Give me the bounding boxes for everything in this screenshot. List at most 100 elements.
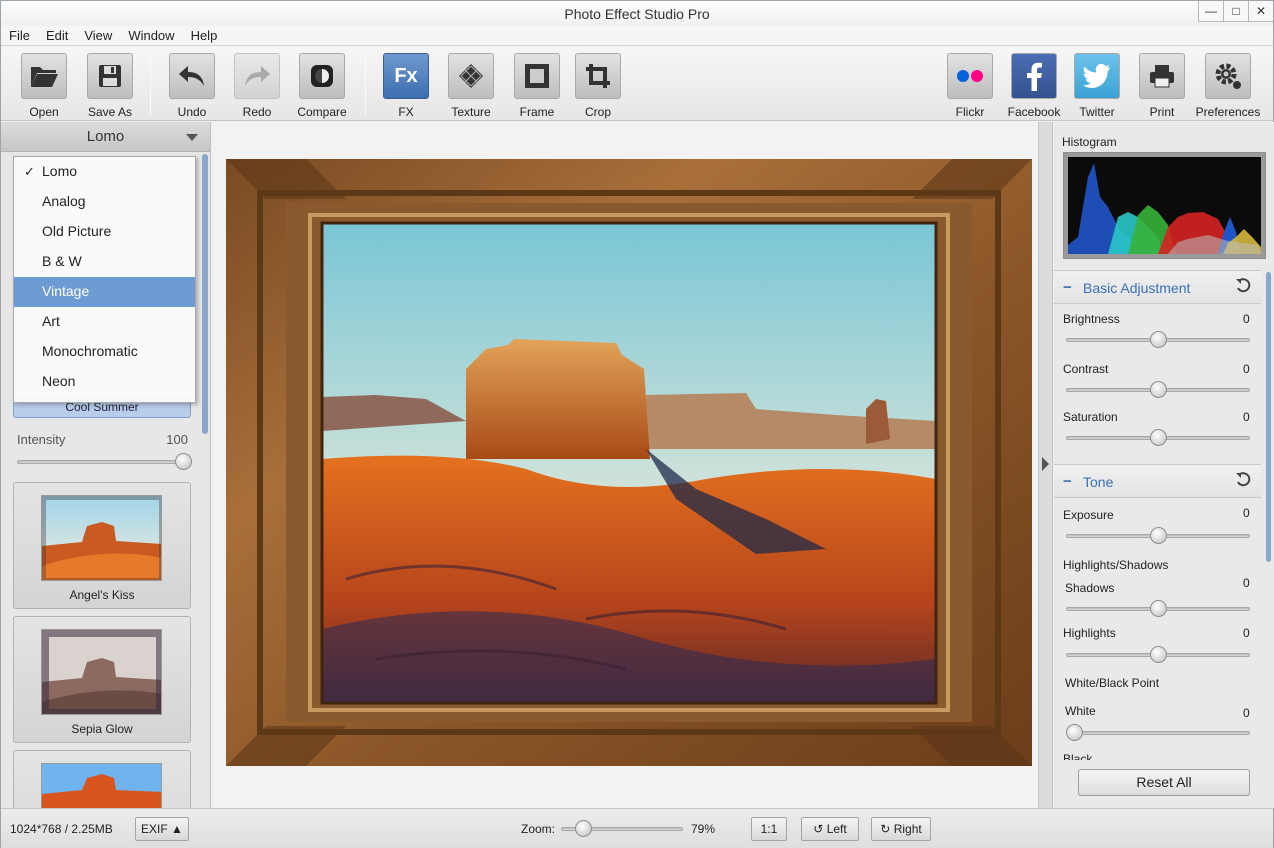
open-button[interactable]: Open: [11, 53, 77, 119]
rotate-left-button[interactable]: ↺ Left: [801, 817, 859, 841]
slider-knob[interactable]: [574, 820, 592, 837]
dropdown-item-art[interactable]: Art: [14, 307, 195, 337]
highlights-label: Highlights: [1063, 626, 1116, 640]
frame-icon: [514, 53, 560, 99]
open-label: Open: [29, 105, 59, 119]
dropdown-item-bw[interactable]: B & W: [14, 247, 195, 277]
saturation-value: 0: [1243, 410, 1250, 424]
menu-window[interactable]: Window: [128, 28, 174, 43]
adjustments-scrollbar[interactable]: [1266, 272, 1271, 562]
rotate-right-button[interactable]: ↻ Right: [871, 817, 931, 841]
zoom-slider[interactable]: [561, 820, 683, 838]
print-button[interactable]: Print: [1129, 53, 1195, 119]
menu-view[interactable]: View: [84, 28, 112, 43]
exposure-label: Exposure: [1063, 508, 1114, 522]
shadows-label: Shadows: [1065, 581, 1115, 595]
category-selector[interactable]: Lomo: [1, 122, 210, 152]
histogram-label: Histogram: [1062, 135, 1117, 149]
facebook-button[interactable]: Facebook: [1001, 53, 1067, 119]
panel-collapse-strip[interactable]: [1038, 122, 1053, 808]
save-as-button[interactable]: Save As: [77, 53, 143, 119]
minimize-button[interactable]: —: [1198, 1, 1223, 22]
effects-panel: Lomo ✓ Lomo Analog Old Picture B & W Vint…: [1, 122, 211, 808]
effect-card-sepia-glow[interactable]: Sepia Glow: [13, 616, 191, 743]
slider-knob[interactable]: [1149, 429, 1167, 446]
undo-label: Undo: [177, 105, 207, 119]
save-as-label: Save As: [87, 105, 133, 119]
image-info: 1024*768 / 2.25MB: [10, 822, 113, 836]
dropdown-item-monochromatic[interactable]: Monochromatic: [14, 337, 195, 367]
white-slider[interactable]: [1066, 724, 1250, 742]
saturation-slider[interactable]: [1066, 429, 1250, 447]
reset-all-button[interactable]: Reset All: [1078, 769, 1250, 796]
dropdown-item-vintage[interactable]: Vintage: [14, 277, 195, 307]
window-title: Photo Effect Studio Pro: [564, 6, 710, 22]
exif-button[interactable]: EXIF ▲: [135, 817, 189, 841]
dropdown-item-lomo[interactable]: ✓ Lomo: [14, 157, 195, 187]
menu-file[interactable]: File: [9, 28, 30, 43]
highlights-value: 0: [1243, 626, 1250, 640]
photo-canvas[interactable]: [226, 159, 1032, 766]
texture-button[interactable]: Texture: [438, 53, 504, 119]
effect-card-angels-kiss[interactable]: Angel's Kiss: [13, 482, 191, 609]
contrast-slider[interactable]: [1066, 381, 1250, 399]
print-label: Print: [1149, 105, 1175, 119]
contrast-label: Contrast: [1063, 362, 1109, 376]
redo-button[interactable]: Redo: [224, 53, 290, 119]
facebook-label: Facebook: [1007, 105, 1061, 119]
close-button[interactable]: ✕: [1248, 1, 1273, 22]
chevron-right-icon: [1042, 457, 1049, 471]
slider-knob[interactable]: [1066, 724, 1083, 741]
maximize-button[interactable]: □: [1223, 1, 1248, 22]
brightness-slider[interactable]: [1066, 331, 1250, 349]
actual-size-button[interactable]: 1:1: [751, 817, 787, 841]
redo-label: Redo: [242, 105, 272, 119]
flickr-button[interactable]: Flickr: [937, 53, 1003, 119]
dropdown-item-analog[interactable]: Analog: [14, 187, 195, 217]
tone-section[interactable]: − Tone: [1054, 464, 1261, 498]
fx-icon: Fx: [383, 53, 429, 99]
rotate-right-label: Right: [893, 822, 922, 836]
gear-icon: [1205, 53, 1251, 99]
effects-scrollbar[interactable]: [202, 154, 208, 434]
frame-button[interactable]: Frame: [504, 53, 570, 119]
menu-edit[interactable]: Edit: [46, 28, 68, 43]
highlights-slider[interactable]: [1066, 646, 1250, 664]
intensity-slider[interactable]: [17, 453, 192, 471]
category-dropdown: ✓ Lomo Analog Old Picture B & W Vintage A…: [13, 156, 196, 403]
effect-card[interactable]: [13, 750, 191, 808]
preferences-button[interactable]: Preferences: [1195, 53, 1261, 119]
slider-knob[interactable]: [1149, 331, 1167, 348]
saturation-label: Saturation: [1063, 410, 1118, 424]
reset-icon[interactable]: [1235, 277, 1251, 296]
effect-thumbnail: [41, 763, 162, 808]
menu-bar: File Edit View Window Help: [1, 26, 1273, 46]
dropdown-item-old-picture[interactable]: Old Picture: [14, 217, 195, 247]
shadows-slider[interactable]: [1066, 600, 1250, 618]
twitter-button[interactable]: Twitter: [1064, 53, 1130, 119]
white-label: White: [1065, 704, 1096, 718]
frame-label: Frame: [519, 105, 555, 119]
reset-icon[interactable]: [1235, 471, 1251, 490]
effect-thumbnail: [41, 629, 162, 715]
basic-adjustment-section[interactable]: − Basic Adjustment: [1054, 270, 1261, 304]
compare-button[interactable]: Compare: [289, 53, 355, 119]
slider-knob[interactable]: [1149, 600, 1167, 617]
slider-knob[interactable]: [1149, 381, 1167, 398]
slider-knob[interactable]: [1149, 646, 1167, 663]
menu-help[interactable]: Help: [191, 28, 218, 43]
slider-knob[interactable]: [1149, 527, 1167, 544]
fx-button[interactable]: Fx FX: [373, 53, 439, 119]
effect-name: Sepia Glow: [71, 722, 133, 736]
collapse-icon: −: [1063, 279, 1072, 296]
status-bar: 1024*768 / 2.25MB EXIF ▲ Zoom: 79% 1:1 ↺…: [1, 808, 1273, 848]
dropdown-item-neon[interactable]: Neon: [14, 367, 195, 397]
slider-knob[interactable]: [175, 453, 192, 470]
fx-label: FX: [398, 105, 414, 119]
contrast-value: 0: [1243, 362, 1250, 376]
exposure-slider[interactable]: [1066, 527, 1250, 545]
undo-button[interactable]: Undo: [159, 53, 225, 119]
twitter-icon: [1074, 53, 1120, 99]
rotate-right-icon: ↻: [880, 822, 891, 836]
crop-button[interactable]: Crop: [565, 53, 631, 119]
